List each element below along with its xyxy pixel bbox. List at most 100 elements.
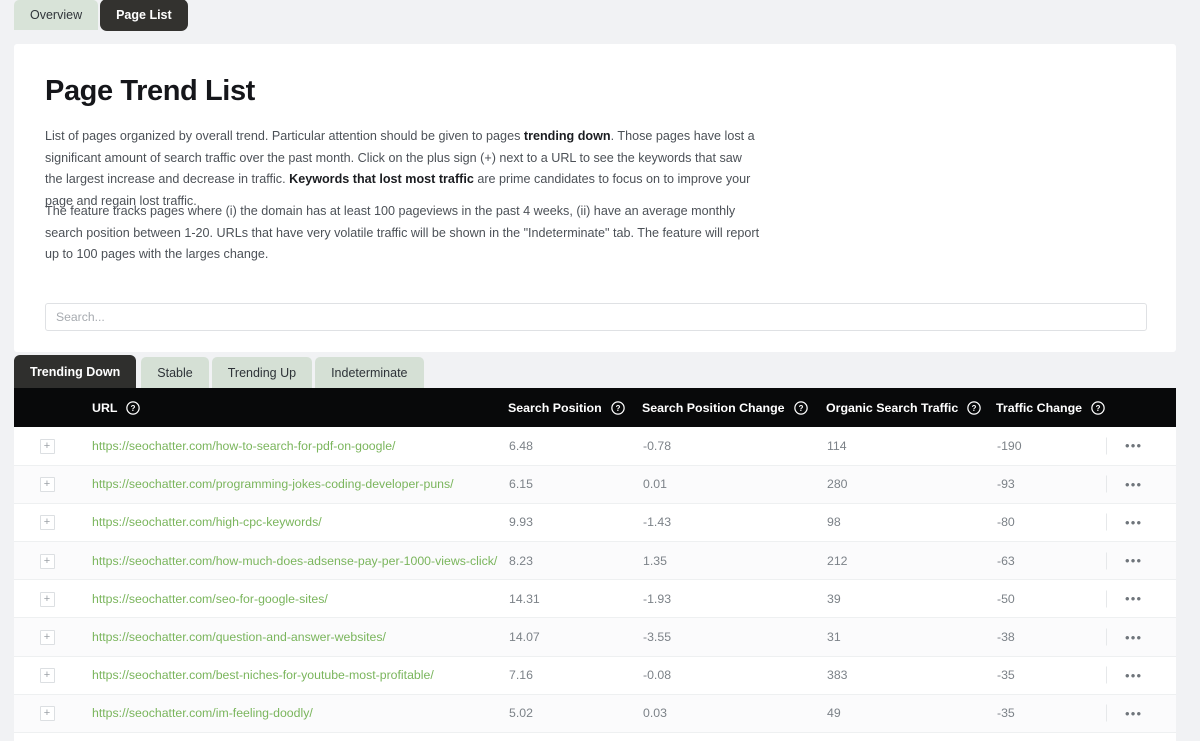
row-url-cell: https://seochatter.com/how-to-search-for… bbox=[80, 427, 508, 465]
para1-bold-1: trending down bbox=[523, 129, 611, 143]
help-circle-icon[interactable]: ? bbox=[793, 400, 808, 415]
row-menu-button[interactable]: ••• bbox=[1125, 706, 1142, 721]
row-expand-cell: + bbox=[14, 580, 80, 618]
help-circle-icon[interactable]: ? bbox=[967, 400, 981, 415]
expand-row-button[interactable]: + bbox=[39, 438, 55, 454]
header-expand-spacer bbox=[14, 388, 80, 427]
row-traffic-change: -63 bbox=[997, 553, 1015, 568]
tab-overview-label: Overview bbox=[30, 8, 83, 22]
row-url-cell: https://seochatter.com/programming-jokes… bbox=[80, 465, 508, 503]
row-search-position-change: 0.03 bbox=[643, 706, 667, 721]
tab-page-list[interactable]: Page List bbox=[100, 0, 188, 31]
expand-row-button[interactable]: + bbox=[39, 591, 55, 607]
row-menu-button[interactable]: ••• bbox=[1125, 515, 1142, 530]
row-expand-cell: + bbox=[14, 656, 80, 694]
filter-tab-indeterminate[interactable]: Indeterminate bbox=[315, 357, 424, 388]
row-search-position: 9.93 bbox=[509, 515, 533, 530]
row-menu-button[interactable]: ••• bbox=[1125, 630, 1142, 645]
row-actions-cell: ••• bbox=[1106, 465, 1176, 503]
expand-row-button[interactable]: + bbox=[39, 630, 55, 646]
row-menu-button[interactable]: ••• bbox=[1125, 553, 1142, 568]
intro-card: Page Trend List List of pages organized … bbox=[14, 44, 1176, 352]
page-title: Page Trend List bbox=[45, 75, 255, 107]
row-url-cell: https://seochatter.com/best-niches-for-y… bbox=[80, 656, 508, 694]
row-traffic-change: -50 bbox=[997, 591, 1015, 606]
row-search-position-change: -1.93 bbox=[643, 591, 672, 606]
row-search-position-change: 0.01 bbox=[643, 477, 667, 492]
expand-row-button[interactable]: + bbox=[39, 553, 55, 569]
row-menu-button[interactable]: ••• bbox=[1125, 668, 1142, 683]
row-url-link[interactable]: https://seochatter.com/best-niches-for-y… bbox=[92, 668, 434, 682]
row-search-position-change: -0.78 bbox=[643, 438, 672, 453]
row-organic-search-traffic: 39 bbox=[827, 591, 841, 606]
row-url-link[interactable]: https://seochatter.com/im-feeling-doodly… bbox=[92, 706, 313, 720]
cell-divider bbox=[1106, 437, 1107, 455]
table-header-row: URL ? Search Position ? Search Position … bbox=[14, 388, 1176, 427]
svg-text:?: ? bbox=[131, 404, 136, 413]
row-url-link[interactable]: https://seochatter.com/how-much-does-ads… bbox=[92, 554, 497, 568]
row-url-cell: https://seochatter.com/how-much-does-ads… bbox=[80, 542, 508, 580]
tab-page-list-label: Page List bbox=[116, 8, 172, 22]
table-row: + https://seochatter.com/question-and-ans… bbox=[14, 617, 1176, 657]
row-expand-cell: + bbox=[14, 427, 80, 465]
row-url-link[interactable]: https://seochatter.com/high-cpc-keywords… bbox=[92, 515, 322, 529]
row-search-position-change: 1.35 bbox=[643, 553, 667, 568]
help-circle-icon[interactable]: ? bbox=[610, 400, 625, 415]
filter-tab-trending-up-label: Trending Up bbox=[227, 365, 297, 380]
expand-row-button[interactable]: + bbox=[39, 706, 55, 722]
row-actions-cell: ••• bbox=[1106, 694, 1176, 732]
description-paragraph-1: List of pages organized by overall trend… bbox=[45, 126, 761, 212]
header-search-position-change[interactable]: Search Position Change ? bbox=[642, 388, 826, 427]
filter-tab-trending-down[interactable]: Trending Down bbox=[14, 355, 137, 388]
row-organic-search-traffic: 114 bbox=[827, 438, 847, 453]
expand-row-button[interactable]: + bbox=[39, 668, 55, 684]
header-organic-search-traffic[interactable]: Organic Search Traffic ? bbox=[826, 388, 996, 427]
cell-divider bbox=[1106, 628, 1107, 646]
header-url-label: URL bbox=[92, 400, 118, 415]
row-traffic-change: -38 bbox=[997, 630, 1015, 645]
table-row: + https://seochatter.com/how-to-search-fo… bbox=[14, 427, 1176, 466]
row-url-cell: https://seochatter.com/question-and-answ… bbox=[80, 618, 508, 656]
svg-text:?: ? bbox=[972, 404, 977, 413]
row-search-position: 5.02 bbox=[509, 706, 533, 721]
page-trend-table-container: URL ? Search Position ? Search Position … bbox=[14, 388, 1176, 741]
table-row: + https://seochatter.com/im-feeling-doodl… bbox=[14, 694, 1176, 733]
row-menu-button[interactable]: ••• bbox=[1125, 438, 1142, 453]
expand-row-button[interactable]: + bbox=[39, 477, 55, 493]
row-search-position-change: -0.08 bbox=[643, 668, 672, 683]
header-actions-spacer bbox=[1106, 388, 1176, 427]
row-actions-cell: ••• bbox=[1106, 580, 1176, 618]
header-traffic-change[interactable]: Traffic Change ? bbox=[996, 388, 1106, 427]
header-search-position-change-label: Search Position Change bbox=[642, 400, 785, 415]
help-circle-icon[interactable]: ? bbox=[1091, 400, 1105, 415]
cell-divider bbox=[1106, 704, 1107, 722]
table-row: + https://seochatter.com/how-much-does-ad… bbox=[14, 541, 1176, 580]
help-circle-icon[interactable]: ? bbox=[126, 400, 141, 415]
row-organic-search-traffic: 212 bbox=[827, 553, 848, 568]
row-menu-button[interactable]: ••• bbox=[1125, 477, 1142, 492]
table-body: + https://seochatter.com/how-to-search-fo… bbox=[14, 427, 1176, 733]
row-menu-button[interactable]: ••• bbox=[1125, 591, 1142, 606]
search-input[interactable] bbox=[45, 303, 1147, 331]
cell-divider bbox=[1106, 666, 1107, 684]
filter-tab-stable[interactable]: Stable bbox=[141, 357, 209, 388]
page-trend-table: URL ? Search Position ? Search Position … bbox=[14, 388, 1176, 733]
cell-divider bbox=[1106, 513, 1107, 531]
row-url-link[interactable]: https://seochatter.com/question-and-answ… bbox=[92, 630, 386, 644]
row-url-link[interactable]: https://seochatter.com/how-to-search-for… bbox=[92, 439, 395, 453]
table-row: + https://seochatter.com/high-cpc-keyword… bbox=[14, 503, 1176, 542]
row-organic-search-traffic: 280 bbox=[827, 477, 848, 492]
expand-row-button[interactable]: + bbox=[39, 515, 55, 531]
tab-overview[interactable]: Overview bbox=[14, 0, 99, 30]
header-search-position[interactable]: Search Position ? bbox=[508, 388, 642, 427]
para1-text-1: List of pages organized by overall trend… bbox=[45, 129, 524, 143]
header-url[interactable]: URL ? bbox=[80, 388, 508, 427]
row-organic-search-traffic: 383 bbox=[827, 668, 848, 683]
svg-text:?: ? bbox=[615, 404, 620, 413]
table-row: + https://seochatter.com/seo-for-google-s… bbox=[14, 580, 1176, 618]
row-url-link[interactable]: https://seochatter.com/programming-jokes… bbox=[92, 477, 454, 491]
primary-tab-strip: Overview Page List bbox=[14, 0, 188, 31]
cell-divider bbox=[1106, 552, 1107, 570]
row-url-link[interactable]: https://seochatter.com/seo-for-google-si… bbox=[92, 592, 328, 606]
filter-tab-trending-up[interactable]: Trending Up bbox=[211, 357, 313, 388]
